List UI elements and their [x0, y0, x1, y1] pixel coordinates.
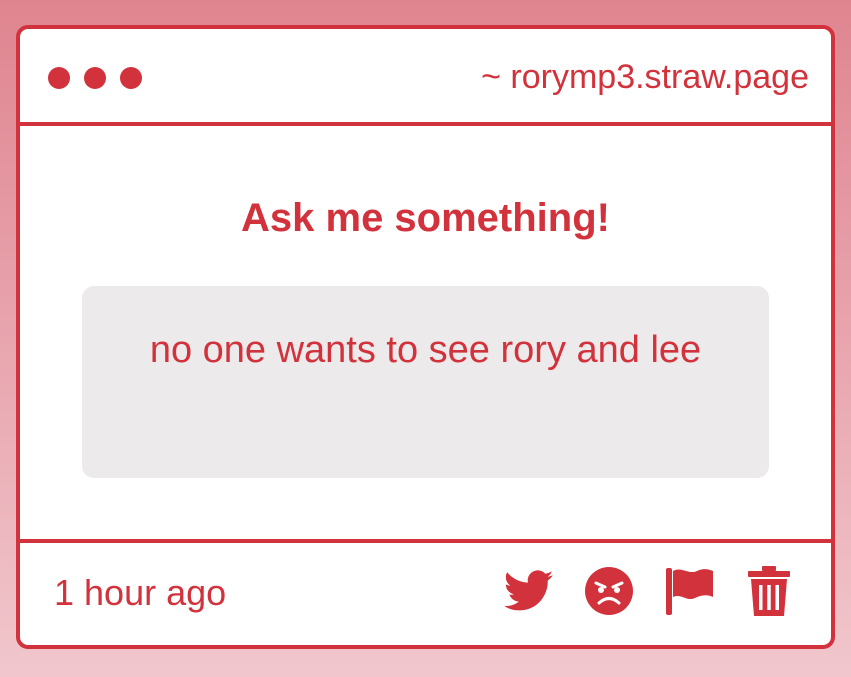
window-dots	[48, 67, 142, 89]
react-angry-button[interactable]	[583, 565, 635, 617]
twitter-icon	[504, 570, 554, 611]
report-flag-button[interactable]	[663, 565, 715, 617]
title-bar: ~ rorymp3.straw.page	[20, 29, 831, 126]
flag-icon	[666, 568, 713, 615]
action-bar	[503, 565, 795, 617]
main-content: Ask me something! no one wants to see ro…	[20, 126, 831, 539]
window-dot-2	[84, 67, 106, 89]
window-dot-3	[120, 67, 142, 89]
page-url[interactable]: ~ rorymp3.straw.page	[481, 57, 809, 97]
question-text: no one wants to see rory and lee	[149, 329, 702, 371]
angry-face-icon	[585, 567, 633, 615]
question-card: no one wants to see rory and lee	[82, 286, 769, 478]
delete-button[interactable]	[743, 565, 795, 617]
timestamp: 1 hour ago	[54, 572, 227, 613]
app-window: ~ rorymp3.straw.page Ask me something! n…	[16, 25, 835, 649]
trash-icon	[748, 566, 790, 616]
card-footer: 1 hour ago	[20, 539, 831, 645]
page-title: Ask me something!	[241, 196, 610, 240]
share-twitter-button[interactable]	[503, 565, 555, 617]
window-dot-1	[48, 67, 70, 89]
